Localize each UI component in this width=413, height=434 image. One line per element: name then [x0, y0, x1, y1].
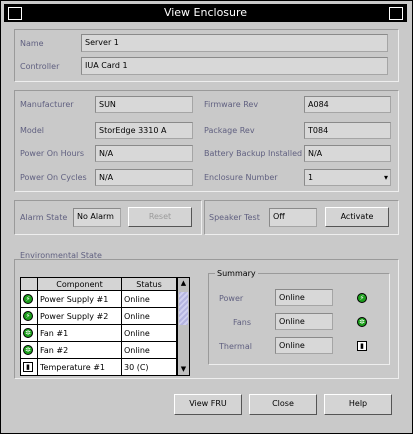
model-label: Model	[20, 126, 45, 135]
component-column-header[interactable]: Component	[37, 277, 122, 291]
firmware-rev-field: A084	[304, 96, 391, 113]
power-summary-field: Online	[275, 289, 333, 306]
table-row[interactable]: ⚡ Power Supply #1 Online	[20, 290, 177, 308]
status-cell: Online	[121, 324, 177, 342]
speaker-test-label: Speaker Test	[209, 213, 260, 222]
alarm-state-field: No Alarm	[73, 208, 121, 227]
close-button[interactable]: Close	[249, 394, 317, 415]
speaker-test-field: Off	[269, 208, 317, 227]
controller-label: Controller	[20, 62, 60, 71]
scroll-down-icon[interactable]: ▼	[179, 365, 188, 374]
help-button[interactable]: Help	[324, 394, 392, 415]
battery-backup-label: Battery Backup Installed	[204, 149, 303, 158]
component-cell: Fan #2	[37, 341, 122, 359]
fan-icon: ✲	[23, 328, 33, 338]
status-cell: Online	[121, 341, 177, 359]
window-title: View Enclosure	[163, 6, 248, 19]
view-fru-button[interactable]: View FRU	[174, 394, 242, 415]
power-on-cycles-label: Power On Cycles	[20, 173, 87, 182]
thermal-summary-field: Online	[275, 337, 333, 354]
alarm-state-label: Alarm State	[20, 213, 68, 222]
enclosure-number-select[interactable]: 1 ▾	[304, 169, 391, 186]
title-bar[interactable]: View Enclosure	[4, 4, 407, 22]
enclosure-number-label: Enclosure Number	[204, 173, 278, 182]
thermometer-icon: ▮	[23, 362, 33, 372]
component-table[interactable]: Component Status ⚡ Power Supply #1 Onlin…	[20, 277, 177, 376]
fans-summary-field: Online	[275, 313, 333, 330]
window-menu-icon[interactable]	[8, 7, 22, 20]
battery-backup-field: N/A	[304, 145, 391, 162]
name-field: Server 1	[81, 34, 388, 52]
power-supply-icon: ⚡	[23, 294, 33, 304]
fan-status-icon: ✲	[357, 317, 367, 327]
power-on-hours-field: N/A	[95, 145, 193, 162]
table-scrollbar[interactable]: ▲ ▼	[177, 277, 190, 376]
view-enclosure-window: View Enclosure Name Server 1 Controller …	[0, 0, 413, 434]
component-cell: Power Supply #1	[37, 290, 122, 308]
thermometer-status-icon: ▮	[357, 341, 367, 351]
status-cell: Online	[121, 290, 177, 308]
package-rev-field: T084	[304, 122, 391, 139]
controller-field: IUA Card 1	[81, 57, 388, 75]
manufacturer-label: Manufacturer	[20, 100, 74, 109]
scroll-thumb[interactable]	[179, 292, 188, 325]
power-supply-icon: ⚡	[23, 311, 33, 321]
status-cell: Online	[121, 307, 177, 325]
manufacturer-field: SUN	[95, 96, 193, 113]
fan-icon: ✲	[23, 345, 33, 355]
summary-title: Summary	[215, 269, 258, 278]
table-row[interactable]: ✲ Fan #1 Online	[20, 324, 177, 342]
firmware-rev-label: Firmware Rev	[204, 100, 259, 109]
power-on-hours-label: Power On Hours	[20, 149, 85, 158]
table-row[interactable]: ▮ Temperature #1 30 (C)	[20, 358, 177, 376]
scroll-up-icon[interactable]: ▲	[179, 279, 188, 288]
power-status-icon: ⚡	[357, 293, 367, 303]
fans-summary-label: Fans	[233, 318, 252, 327]
maximize-icon[interactable]	[389, 7, 403, 20]
package-rev-label: Package Rev	[204, 126, 255, 135]
table-row[interactable]: ⚡ Power Supply #2 Online	[20, 307, 177, 325]
component-cell: Temperature #1	[37, 358, 122, 376]
model-field: StorEdge 3310 A	[95, 122, 193, 139]
reset-button[interactable]: Reset	[128, 207, 192, 227]
component-cell: Fan #1	[37, 324, 122, 342]
activate-button[interactable]: Activate	[325, 207, 389, 227]
power-on-cycles-field: N/A	[95, 169, 193, 186]
chevron-down-icon[interactable]: ▾	[384, 170, 388, 185]
component-cell: Power Supply #2	[37, 307, 122, 325]
name-label: Name	[20, 39, 44, 48]
table-row[interactable]: ✲ Fan #2 Online	[20, 341, 177, 359]
enclosure-number-value: 1	[308, 173, 314, 182]
power-summary-label: Power	[219, 294, 244, 303]
icon-column-header	[20, 277, 38, 291]
status-column-header[interactable]: Status	[121, 277, 177, 291]
status-cell: 30 (C)	[121, 358, 177, 376]
thermal-summary-label: Thermal	[219, 342, 252, 351]
